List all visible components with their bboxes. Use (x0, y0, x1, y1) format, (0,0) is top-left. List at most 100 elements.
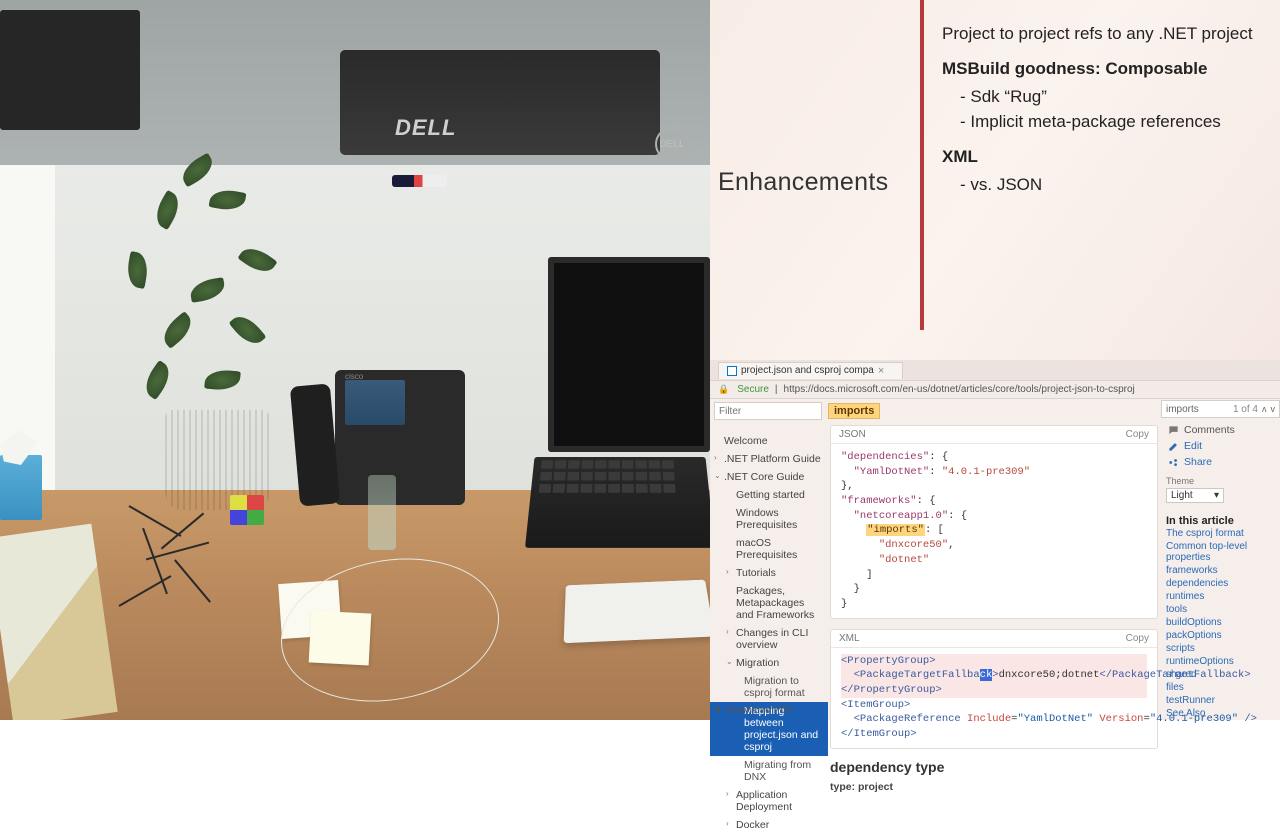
toc-link[interactable]: dependencies (1166, 577, 1278, 590)
separator: | (775, 384, 778, 395)
xml-code-card: XML Copy <PropertyGroup> <PackageTargetF… (830, 629, 1158, 749)
toc-link[interactable]: scripts (1166, 642, 1278, 655)
chevron-right-icon: › (726, 567, 729, 576)
chevron-down-icon[interactable]: v (1271, 404, 1276, 414)
chevron-up-icon[interactable]: ʌ (1262, 404, 1267, 414)
nav-item-migration[interactable]: ⌄Migration (710, 654, 828, 672)
slide-body: Project to project refs to any .NET proj… (942, 22, 1280, 208)
theme-select[interactable]: Light ▾ (1166, 488, 1224, 503)
cisco-logo: cisco (345, 372, 363, 381)
nav-item-mig-dnx[interactable]: Migrating from DNX (710, 756, 828, 786)
comment-icon (1168, 425, 1179, 436)
desk-phone-screen (345, 380, 405, 425)
chevron-down-icon: ⌄ (714, 471, 721, 480)
chevron-right-icon: › (726, 819, 729, 828)
dell-monitor-back (340, 50, 660, 155)
nav-item-core-guide[interactable]: ⌄.NET Core Guide (710, 468, 828, 486)
code-card-label: XML (839, 633, 860, 644)
slide-bullet: MSBuild goodness: Composable (942, 57, 1280, 82)
slide-accent-bar (920, 0, 924, 330)
toc-link[interactable]: packOptions (1166, 629, 1278, 642)
favicon-icon (727, 366, 737, 376)
toc-link[interactable]: shared (1166, 668, 1278, 681)
secure-label: Secure (737, 384, 769, 395)
geometric-sculpture (115, 510, 235, 625)
slide-section-heading: Enhancements (718, 168, 888, 197)
browser-tab[interactable]: project.json and csproj compa × (718, 362, 903, 379)
json-code-card: JSON Copy "dependencies": { "YamlDotNet"… (830, 425, 1158, 619)
xml-code[interactable]: <PropertyGroup> <PackageTargetFallback>d… (831, 648, 1157, 748)
nav-item-mig-format[interactable]: Migration to csproj format (710, 672, 828, 702)
browser-address-bar[interactable]: 🔒 Secure | https://docs.microsoft.com/en… (710, 380, 1280, 399)
laptop-keyboard (525, 457, 710, 548)
slide-bullet: XML (942, 145, 1280, 170)
whiteboard-marker (392, 175, 447, 187)
json-code[interactable]: "dependencies": { "YamlDotNet": "4.0.1-p… (831, 444, 1157, 618)
find-term: imports (1166, 404, 1199, 415)
chevron-down-icon: ▾ (1214, 490, 1219, 501)
browser-tab-title: project.json and csproj compa (741, 365, 874, 376)
external-keyboard (564, 580, 710, 644)
search-highlight-chip: imports (828, 403, 880, 419)
nav-item-win-prereq[interactable]: Windows Prerequisites (710, 504, 828, 534)
browser-tabbar: project.json and csproj compa × (710, 360, 1280, 380)
toc-link[interactable]: See Also (1166, 707, 1278, 720)
in-this-article-toc: The csproj format Common top-level prope… (1166, 527, 1278, 720)
nav-item-docker[interactable]: ›Docker (710, 816, 828, 834)
nav-item-app-deploy[interactable]: ›Application Deployment (710, 786, 828, 816)
lotion-bottle (368, 475, 396, 550)
edit-action[interactable]: Edit (1166, 438, 1278, 454)
dell-logo-circle: DELL (655, 127, 689, 161)
share-icon (1168, 457, 1179, 468)
comments-action[interactable]: Comments (1166, 422, 1278, 438)
pencil-icon (1168, 441, 1179, 452)
share-action[interactable]: Share (1166, 454, 1278, 470)
toc-link[interactable]: runtimeOptions (1166, 655, 1278, 668)
find-in-page-bar[interactable]: imports 1 of 4 ʌ v (1161, 400, 1280, 418)
doc-right-column: Comments Edit Share Theme Light ▾ In thi… (1166, 422, 1278, 720)
nav-item-platform-guide[interactable]: ›.NET Platform Guide (710, 450, 828, 468)
sub-heading: type: project (830, 781, 1158, 793)
download-icon: ⬇ (714, 705, 722, 716)
copy-button[interactable]: Copy (1126, 633, 1149, 644)
rubiks-cube (230, 495, 264, 525)
code-card-label: JSON (839, 429, 866, 440)
dell-logo: DELL (395, 115, 456, 141)
slide-subbullet: Implicit meta-package references (960, 110, 1280, 135)
nav-item-getting-started[interactable]: Getting started (710, 486, 828, 504)
chevron-down-icon: ⌄ (726, 657, 733, 666)
nav-item-packages[interactable]: Packages, Metapackages and Frameworks (710, 582, 828, 624)
doc-left-nav: Welcome ›.NET Platform Guide ⌄.NET Core … (710, 422, 828, 720)
toc-link[interactable]: tools (1166, 603, 1278, 616)
copy-button[interactable]: Copy (1126, 429, 1149, 440)
toc-link[interactable]: buildOptions (1166, 616, 1278, 629)
lock-icon: 🔒 (718, 384, 729, 395)
chevron-right-icon: › (726, 789, 729, 798)
laptop-screen (548, 257, 710, 452)
toc-link[interactable]: The csproj format (1166, 527, 1278, 540)
close-icon[interactable]: × (878, 365, 884, 377)
toc-link[interactable]: Common top-level properties (1166, 540, 1278, 564)
filter-input[interactable] (714, 402, 822, 420)
in-this-article-heading: In this article (1166, 515, 1278, 527)
slide-subbullet: vs. JSON (960, 173, 1280, 198)
toc-link[interactable]: runtimes (1166, 590, 1278, 603)
nav-item-mac-prereq[interactable]: macOS Prerequisites (710, 534, 828, 564)
slide-subbullet: Sdk “Rug” (960, 85, 1280, 110)
theme-label: Theme (1166, 476, 1278, 486)
section-heading-dependency-type: dependency type (830, 759, 1158, 775)
nav-item-welcome[interactable]: Welcome (710, 432, 828, 450)
download-pdf-link[interactable]: ⬇ Download PDF (714, 705, 794, 716)
course-thumbnail-photo: DELL DELL cisco (0, 0, 710, 720)
toc-link[interactable]: testRunner (1166, 694, 1278, 707)
toc-link[interactable]: frameworks (1166, 564, 1278, 577)
chevron-right-icon: › (726, 627, 729, 636)
slide-bullet: Project to project refs to any .NET proj… (942, 22, 1280, 47)
doc-main-content: JSON Copy "dependencies": { "YamlDotNet"… (830, 425, 1158, 793)
plant (30, 90, 330, 430)
nav-item-cli-changes[interactable]: ›Changes in CLI overview (710, 624, 828, 654)
url-text: https://docs.microsoft.com/en-us/dotnet/… (784, 384, 1135, 395)
chevron-right-icon: › (714, 453, 717, 462)
toc-link[interactable]: files (1166, 681, 1278, 694)
nav-item-tutorials[interactable]: ›Tutorials (710, 564, 828, 582)
